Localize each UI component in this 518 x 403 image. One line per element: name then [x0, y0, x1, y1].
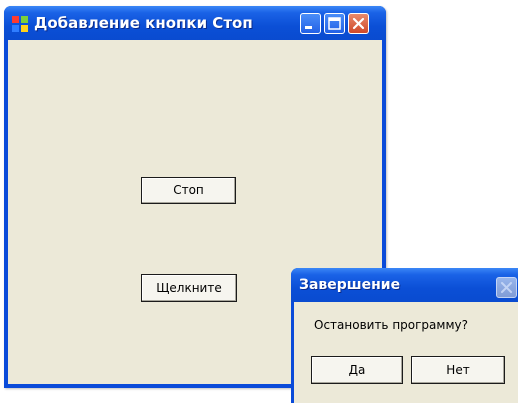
- close-button[interactable]: [348, 13, 369, 34]
- app-window-icon: [12, 16, 28, 32]
- dialog-title: Завершение: [299, 277, 401, 293]
- close-icon: [352, 17, 365, 30]
- close-icon: [501, 282, 512, 293]
- minimize-icon: [305, 26, 312, 29]
- dialog-close-button[interactable]: [496, 277, 517, 298]
- yes-button[interactable]: Да: [311, 356, 403, 384]
- dialog-client-area: Остановить программу? Да Нет: [294, 302, 518, 403]
- minimize-button[interactable]: [300, 13, 321, 34]
- confirm-dialog: Завершение Остановить программу? Да Нет: [291, 268, 518, 403]
- maximize-button[interactable]: [324, 13, 345, 34]
- dialog-message: Остановить программу?: [314, 318, 468, 332]
- dialog-titlebar[interactable]: Завершение: [291, 268, 518, 302]
- window-title: Добавление кнопки Стоп: [34, 14, 253, 32]
- click-button[interactable]: Щелкните: [141, 274, 237, 302]
- main-titlebar[interactable]: Добавление кнопки Стоп: [4, 6, 386, 40]
- no-button[interactable]: Нет: [411, 356, 505, 384]
- maximize-icon: [328, 17, 341, 30]
- stop-button[interactable]: Стоп: [141, 177, 236, 204]
